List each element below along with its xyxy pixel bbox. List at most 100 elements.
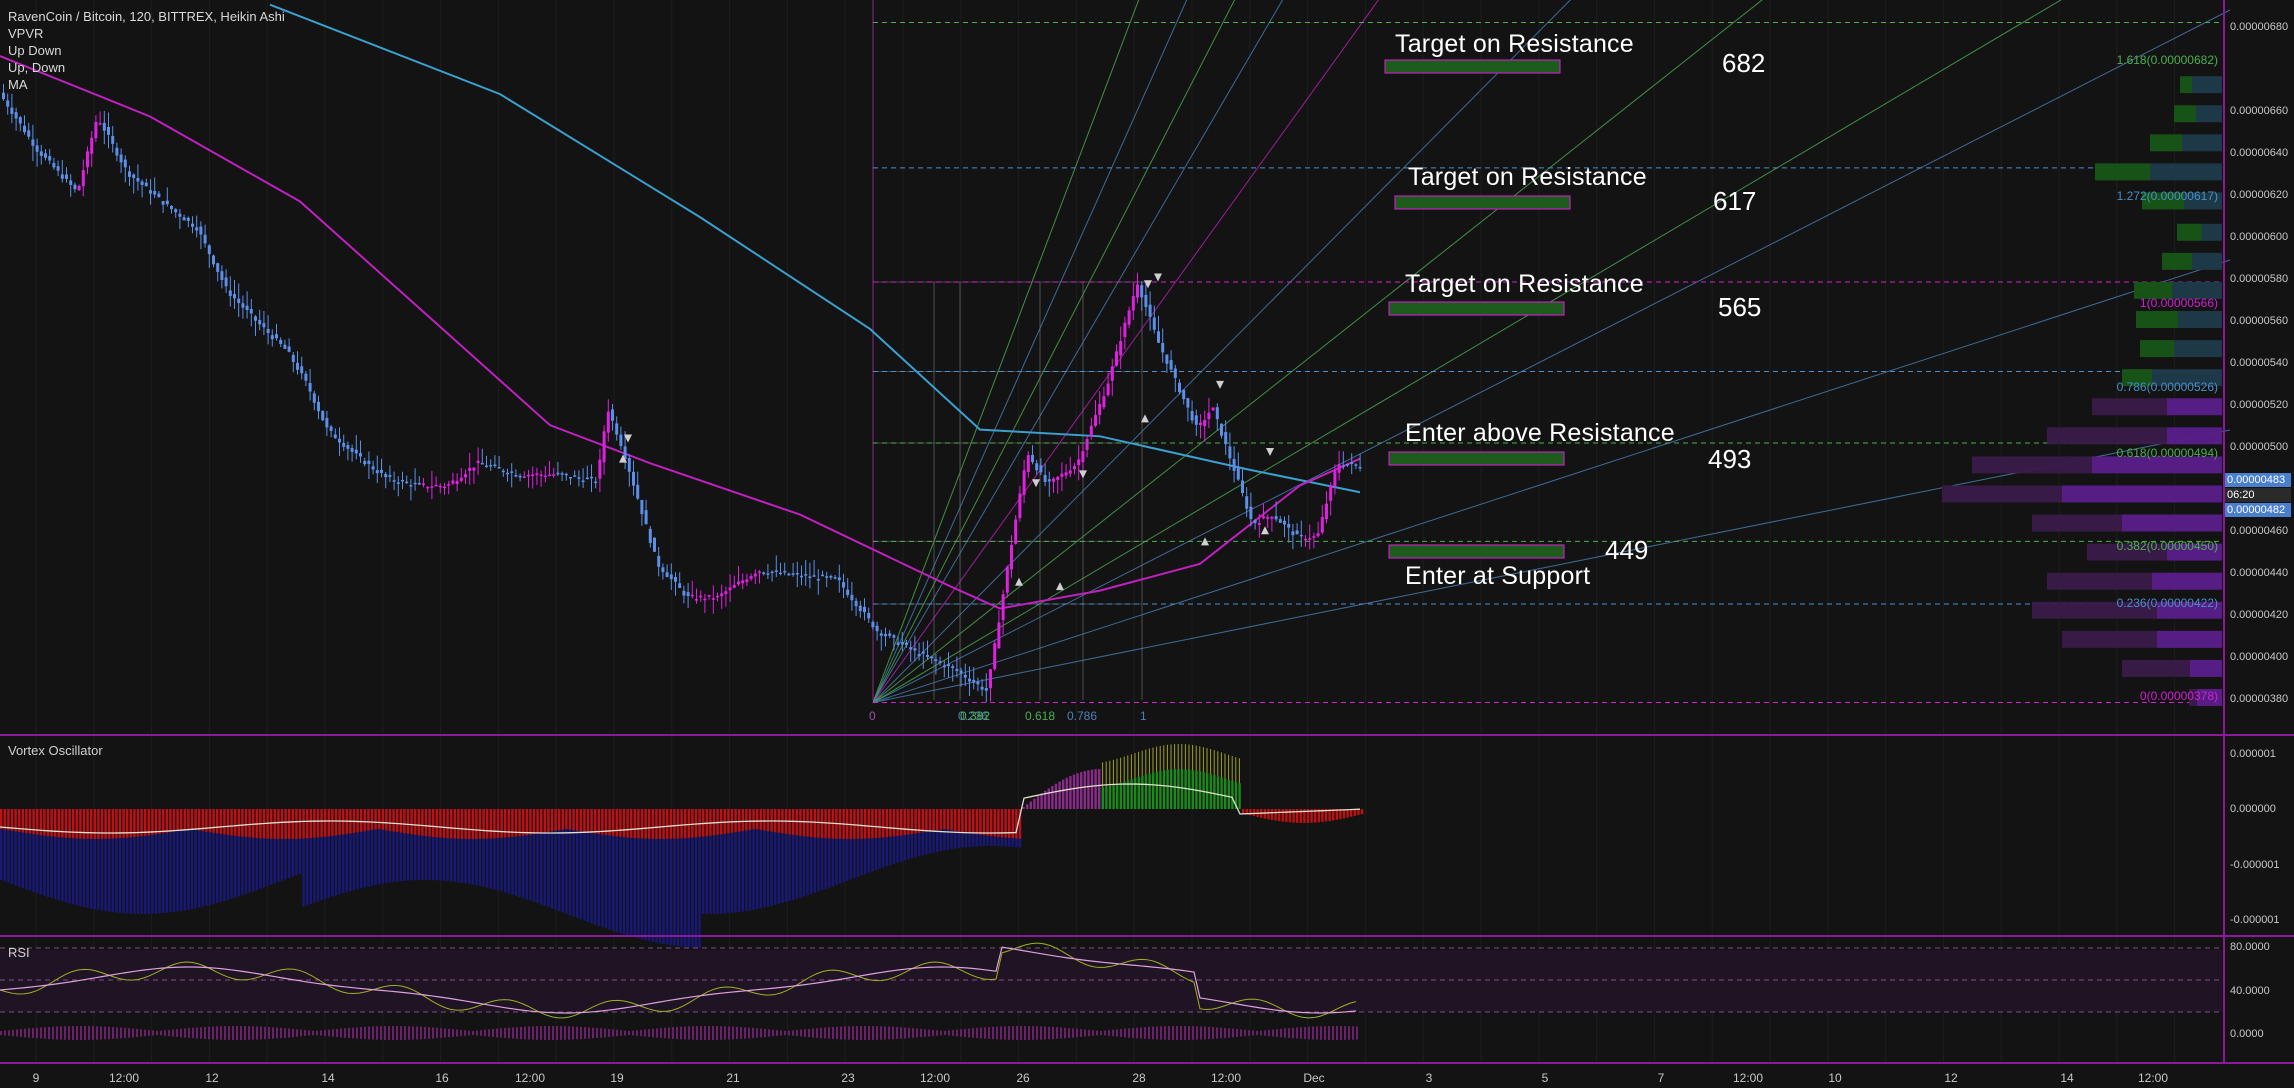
candle-body: [1119, 341, 1123, 356]
candle-body: [388, 475, 392, 477]
fib-label-0236: 0.236(0.00000422): [2116, 596, 2218, 610]
candle-body: [1110, 366, 1114, 381]
indicator-up-down[interactable]: Up Down: [8, 42, 285, 59]
vortex-red-bar: [730, 809, 734, 833]
rsi-hist-bar: [732, 1026, 734, 1040]
rsi-hist-bar: [60, 1026, 62, 1040]
candle-body: [434, 484, 438, 487]
rsi-hist-bar: [756, 1028, 758, 1038]
rsi-hist-bar: [1052, 1026, 1054, 1040]
rsi-hist-bar: [80, 1026, 82, 1040]
rsi-hist-bar: [1128, 1028, 1130, 1038]
candle-body: [783, 570, 787, 573]
rsi-hist-bar: [588, 1027, 590, 1039]
rsi-hist-bar: [332, 1029, 334, 1037]
date-tick: 14: [321, 1071, 335, 1085]
candle-body: [825, 576, 829, 578]
price-tick: 0.00000400: [2230, 651, 2289, 663]
vortex-panel-label: Vortex Oscillator: [8, 743, 103, 758]
vortex-red-bar: [540, 809, 543, 834]
rsi-hist-bar: [1148, 1026, 1150, 1040]
chart-canvas[interactable]: [0, 0, 2294, 1088]
vortex-red-bar: [284, 809, 287, 839]
vortex-red-bar: [453, 809, 456, 839]
indicator-vpvr[interactable]: VPVR: [8, 25, 285, 42]
vortex-red-bar: [370, 809, 374, 831]
rsi-hist-bar: [856, 1026, 858, 1040]
rsi-hist-bar: [244, 1026, 246, 1040]
vortex-red-bar: [388, 809, 392, 831]
vp-bar-up: [2122, 514, 2222, 532]
rsi-hist-bar: [1332, 1026, 1334, 1040]
vortex-red-bar: [964, 809, 968, 833]
vortex-red-bar: [1008, 809, 1011, 838]
rsi-hist-bar: [164, 1030, 166, 1036]
vortex-red-bar: [648, 809, 651, 839]
rsi-hist-bar: [536, 1026, 538, 1040]
vortex-red-bar: [680, 809, 683, 839]
candle-body: [829, 576, 833, 578]
candle-body: [65, 174, 68, 179]
vortex-red-bar: [738, 809, 741, 832]
vortex-red-bar: [853, 809, 856, 839]
rsi-hist-bar: [104, 1026, 106, 1040]
vp-bar-up: [2182, 134, 2222, 152]
rsi-hist-bar: [1176, 1026, 1178, 1040]
candle-body: [140, 181, 144, 185]
vortex-red-bar: [237, 809, 240, 837]
vortex-red-bar: [489, 809, 492, 839]
price-tick: 0.00000460: [2230, 525, 2289, 537]
vortex-red-bar: [478, 809, 482, 839]
vortex-red-bar: [882, 809, 885, 838]
rsi-hist-bar: [1040, 1026, 1042, 1040]
vortex-pos-bar: [1058, 781, 1061, 809]
vortex-red-bar: [360, 809, 363, 832]
candle-body: [128, 171, 131, 177]
rsi-hist-bar: [1172, 1026, 1174, 1040]
indicator-up-down-2[interactable]: Up, Down: [8, 59, 285, 76]
candle-body: [837, 577, 841, 581]
vortex-red-bar: [892, 809, 896, 837]
rsi-hist-bar: [368, 1026, 370, 1040]
rsi-hist-bar: [1292, 1027, 1294, 1039]
vortex-pos-bar: [1159, 770, 1162, 809]
candle-body: [875, 625, 879, 632]
vortex-red-bar: [644, 809, 647, 839]
rsi-hist-bar: [1200, 1026, 1202, 1040]
rsi-hist-bar: [1208, 1026, 1210, 1040]
candle-body: [737, 581, 740, 585]
rsi-hist-bar: [744, 1027, 746, 1039]
rsi-hist-bar: [604, 1028, 606, 1038]
rsi-band: [0, 950, 2222, 1012]
vortex-red-bar: [723, 809, 726, 834]
rsi-hist-bar: [908, 1027, 910, 1039]
vortex-red-bar: [435, 809, 438, 838]
rsi-hist-bar: [156, 1030, 158, 1036]
vortex-pos-bar: [1220, 777, 1223, 809]
vp-bar-up: [2157, 630, 2222, 648]
candle-body: [762, 572, 766, 574]
fan-line: [872, 0, 1380, 703]
rsi-hist-bar: [804, 1029, 806, 1037]
vortex-pos-bar: [1076, 773, 1079, 809]
rsi-hist-bar: [768, 1029, 770, 1037]
rsi-hist-bar: [1228, 1028, 1230, 1038]
rsi-hist-bar: [172, 1029, 174, 1037]
rsi-hist-bar: [628, 1030, 630, 1036]
vortex-red-bar: [190, 809, 194, 830]
rsi-hist-bar: [1056, 1027, 1058, 1039]
candle-body: [585, 477, 589, 480]
candle-body: [968, 678, 971, 682]
candle-body: [791, 573, 795, 575]
vortex-red-bar: [986, 809, 989, 836]
rsi-hist-bar: [1024, 1026, 1026, 1040]
rsi-hist-bar: [616, 1029, 618, 1037]
vortex-pos-bar: [1144, 774, 1148, 809]
rsi-hist-bar: [240, 1026, 242, 1040]
candle-body: [1257, 523, 1261, 525]
indicator-ma[interactable]: MA: [8, 76, 285, 93]
fib-retracement-lines: [873, 22, 2222, 703]
vortex-red-bar: [86, 809, 89, 839]
rsi-hist-bar: [40, 1027, 42, 1039]
rsi-hist-bar: [440, 1028, 442, 1038]
